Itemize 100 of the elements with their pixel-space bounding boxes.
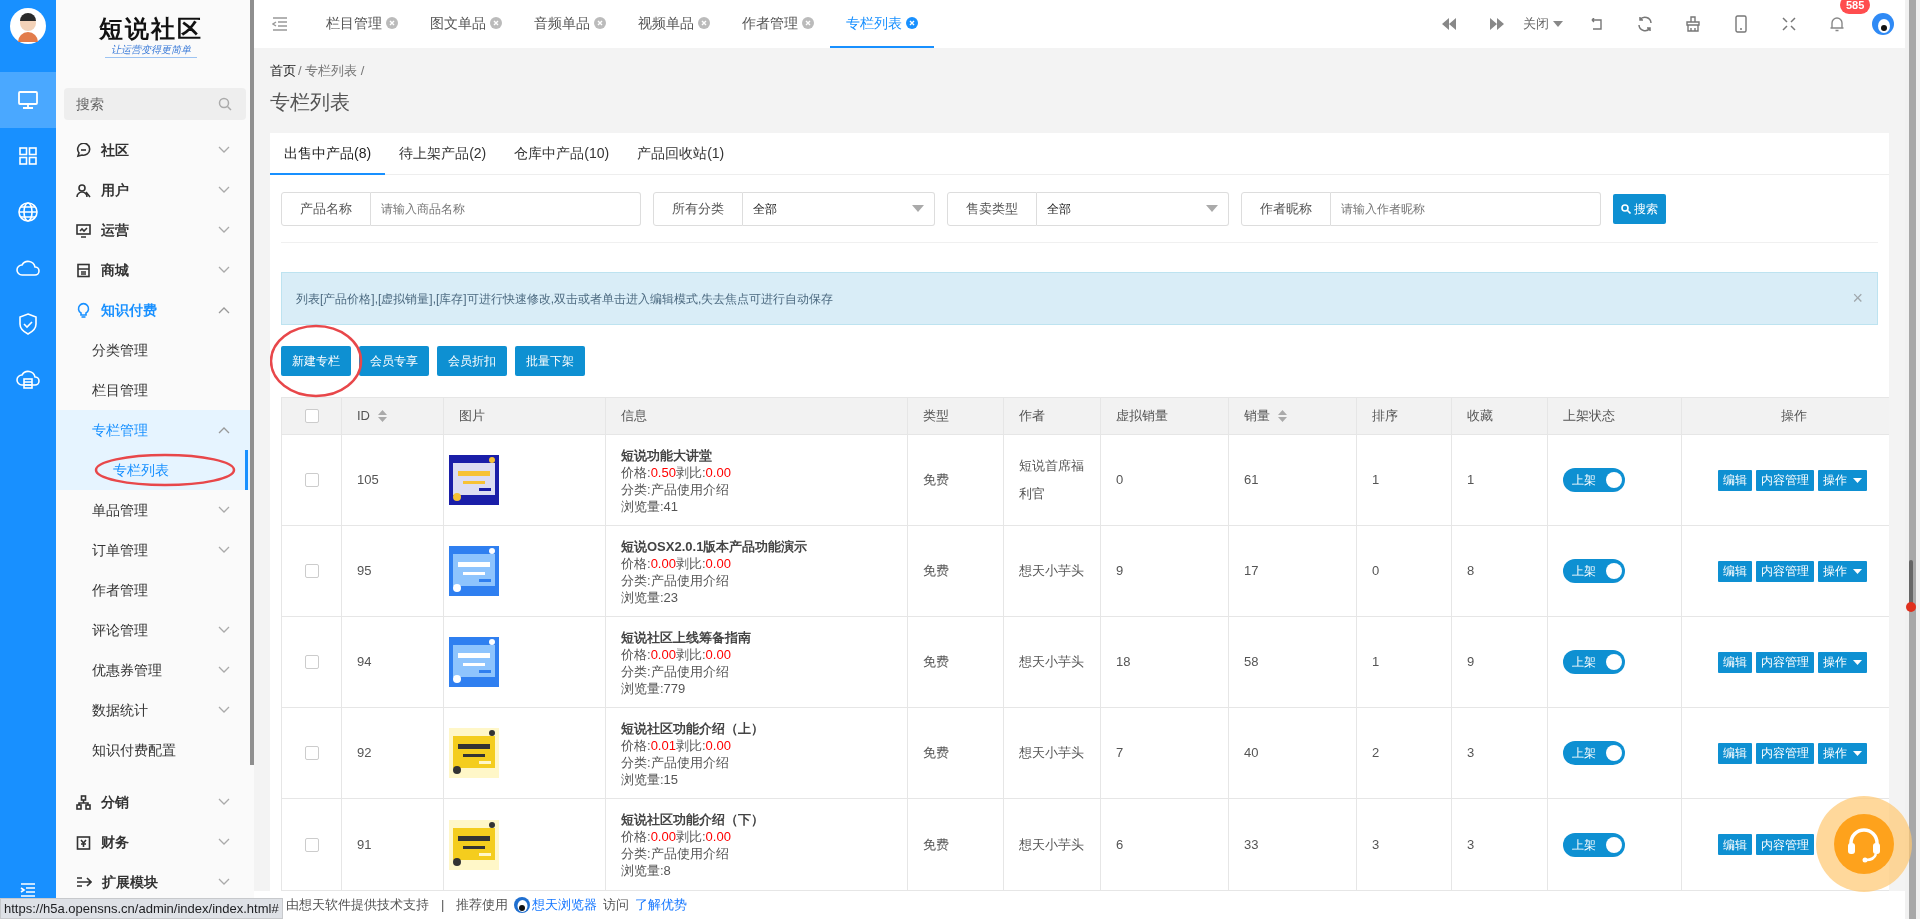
product-tab[interactable]: 仓库中产品(10) (500, 133, 624, 175)
menu-item[interactable]: 数据统计 (56, 690, 250, 730)
action-button[interactable]: 会员专享 (359, 346, 429, 376)
select-field[interactable]: 全部 (743, 191, 935, 226)
search-button[interactable]: 搜索 (1613, 193, 1666, 224)
select-field[interactable]: 全部 (1037, 191, 1229, 226)
price-value[interactable]: 0.50 (650, 463, 676, 481)
table-cell-text: 105 (357, 471, 379, 490)
menu-item[interactable]: 财务 (56, 822, 250, 862)
table-cell-text: 94 (357, 653, 372, 672)
product-title[interactable]: 短说社区功能介绍（上） (621, 719, 764, 737)
menu-item[interactable]: 作者管理 (56, 570, 250, 610)
product-title[interactable]: 短说社区功能介绍（下） (621, 811, 764, 828)
footer-separator: | (440, 896, 446, 915)
search-field[interactable]: 搜索 (64, 88, 246, 120)
views-text: 浏览量:8 (621, 862, 672, 879)
column-header-cell[interactable]: ID (341, 398, 443, 434)
menu-item[interactable]: 分销 (56, 782, 250, 822)
table-cell[interactable]: 0 (1116, 470, 1124, 490)
views-text: 浏览量:23 (621, 588, 680, 606)
text-input[interactable]: 请输入商品名称 (371, 191, 641, 226)
table-cell-text: 短说首席福利官 (1019, 457, 1085, 503)
product-tab[interactable]: 待上架产品(2) (385, 133, 501, 175)
page-tab[interactable]: 视频单品 (622, 0, 726, 48)
menu-item[interactable]: 分类管理 (56, 330, 250, 370)
menu-item[interactable]: 栏目管理 (56, 370, 250, 410)
menu-item[interactable]: 社区 (56, 130, 250, 170)
row-button[interactable]: 编辑 (1718, 834, 1752, 855)
page-tab[interactable]: 栏目管理 (310, 0, 414, 48)
column-header: 排序 (1372, 407, 1398, 426)
menu-item[interactable]: 知识付费配置 (56, 730, 250, 770)
column-header[interactable]: ID (357, 406, 370, 426)
row-button[interactable]: 内容管理 (1756, 651, 1814, 673)
menu-item[interactable]: 运营 (56, 210, 250, 250)
menu-item[interactable]: 单品管理 (56, 490, 250, 530)
views-text: 浏览量:779 (621, 679, 687, 697)
product-tab[interactable]: 产品回收站(1) (623, 133, 739, 175)
column-header: 上架状态 (1563, 407, 1615, 426)
column-header: 操作 (1781, 407, 1807, 426)
product-title[interactable]: 短说功能大讲堂 (621, 446, 731, 464)
table-cell-text: 0 (1372, 562, 1380, 581)
menu-item[interactable]: 订单管理 (56, 530, 250, 570)
status-toggle[interactable]: 上架 (1563, 559, 1625, 583)
table-cell-text: 免费 (923, 562, 949, 581)
menu-item[interactable]: 商城 (56, 250, 250, 290)
action-button[interactable]: 批量下架 (515, 346, 585, 376)
price-value[interactable]: 0.00 (650, 645, 676, 663)
product-tab[interactable]: 出售中产品(8) (270, 133, 386, 175)
row-button[interactable]: 编辑 (1718, 469, 1752, 491)
menu-item[interactable]: 评论管理 (56, 610, 250, 650)
browser-link[interactable]: 想天浏览器 (532, 895, 598, 915)
filter-label: 产品名称 (281, 191, 371, 226)
table-cell-text: 免费 (923, 744, 949, 763)
product-title[interactable]: 短说社区上线筹备指南 (621, 628, 751, 646)
close-dropdown[interactable]: 关闭 (1521, 14, 1565, 34)
text-input[interactable]: 请输入作者昵称 (1331, 191, 1601, 226)
menu-item[interactable]: 优惠券管理 (56, 650, 250, 690)
table-cell[interactable]: 6 (1116, 834, 1124, 855)
row-button[interactable]: 内容管理 (1756, 469, 1814, 491)
row-button[interactable]: 内容管理 (1756, 742, 1814, 764)
dropdown-button[interactable]: 操作 (1818, 651, 1867, 673)
table-cell[interactable]: 18 (1116, 652, 1131, 672)
product-title[interactable]: 短说OSX2.0.1版本产品功能演示 (621, 537, 808, 555)
footer-text: 推荐使用 (456, 896, 509, 915)
learn-more-link[interactable]: 了解优势 (635, 895, 688, 915)
price-label: 价格: (621, 463, 651, 481)
table-cell[interactable]: 7 (1116, 743, 1124, 763)
action-button[interactable]: 新建专栏 (281, 346, 351, 376)
row-button[interactable]: 内容管理 (1756, 834, 1814, 855)
logo-title: 短说社区 (99, 14, 203, 43)
price-label: 价格: (621, 828, 651, 845)
row-button[interactable]: 编辑 (1718, 742, 1752, 764)
column-header[interactable]: 销量 (1244, 406, 1270, 426)
row-button[interactable]: 编辑 (1718, 651, 1752, 673)
menu-item[interactable]: 用户 (56, 170, 250, 210)
dropdown-button[interactable]: 操作 (1818, 742, 1867, 764)
dropdown-button[interactable]: 操作 (1818, 469, 1867, 491)
price-value[interactable]: 0.01 (650, 736, 676, 754)
status-toggle[interactable]: 上架 (1563, 468, 1625, 492)
table-cell-text: 40 (1244, 744, 1259, 763)
price-label: 价格: (621, 736, 651, 754)
column-header-cell[interactable]: 销量 (1228, 398, 1356, 434)
action-button[interactable]: 会员折扣 (437, 346, 507, 376)
status-toggle[interactable]: 上架 (1563, 832, 1625, 857)
page-tab[interactable]: 音频单品 (518, 0, 622, 48)
price-value[interactable]: 0.00 (650, 554, 676, 572)
status-toggle[interactable]: 上架 (1563, 650, 1625, 674)
row-button[interactable]: 内容管理 (1756, 560, 1814, 582)
table-cell-text: 3 (1467, 835, 1475, 854)
column-header: 信息 (621, 407, 647, 426)
category-text: 分类:产品使用介绍 (621, 662, 730, 680)
table-cell[interactable]: 9 (1116, 561, 1124, 581)
price-value[interactable]: 0.00 (650, 828, 676, 845)
row-button[interactable]: 编辑 (1718, 560, 1752, 582)
status-toggle[interactable]: 上架 (1563, 741, 1625, 765)
breadcrumb-link[interactable]: 首页 (270, 61, 296, 81)
page-tab[interactable]: 作者管理 (726, 0, 830, 48)
table-cell-text: 8 (1467, 562, 1475, 581)
dropdown-button[interactable]: 操作 (1818, 560, 1867, 582)
page-tab[interactable]: 图文单品 (414, 0, 518, 48)
